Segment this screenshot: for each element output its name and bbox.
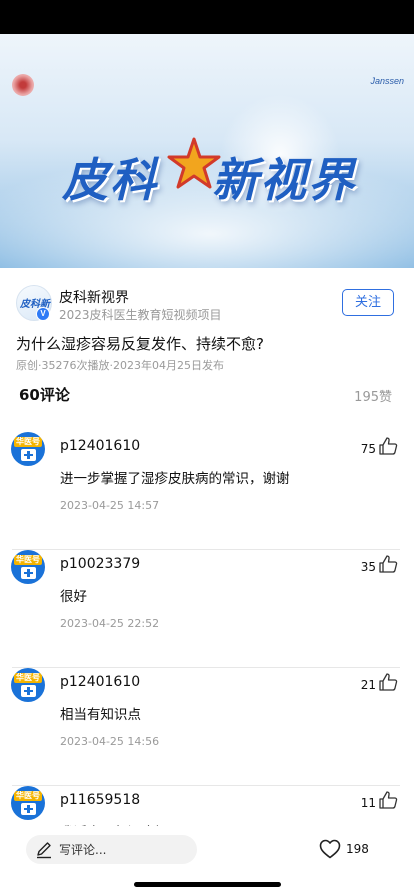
comment-text: 很好 xyxy=(60,589,87,605)
brand-word-1: 皮科 xyxy=(62,153,158,207)
video-title: 为什么湿疹容易反复发作、持续不愈? xyxy=(16,335,264,353)
comment-like-count: 35 xyxy=(360,560,376,574)
write-comment-input[interactable]: 写评论... xyxy=(26,835,197,864)
thumbs-up-icon[interactable] xyxy=(378,672,398,692)
avatar-tag: 华医号 xyxy=(14,673,42,683)
comment-item: 华医号 p11659518 11 我近十五年湿疹好了 xyxy=(0,786,414,830)
sponsor-logo: Janssen xyxy=(370,76,404,86)
comment-like-count: 75 xyxy=(360,442,376,456)
comment-time: 2023-04-25 14:56 xyxy=(60,735,160,748)
heart-icon[interactable] xyxy=(319,839,341,859)
avatar-tag: 华医号 xyxy=(14,437,42,447)
comment-username[interactable]: p12401610 xyxy=(60,674,140,690)
follow-button[interactable]: 关注 xyxy=(342,289,394,316)
likes-total: 195赞 xyxy=(354,390,392,405)
medical-kit-icon xyxy=(21,685,36,697)
avatar-tag: 华医号 xyxy=(14,555,42,565)
comment-item: 华医号 p10023379 35 很好 2023-04-25 22:52 xyxy=(0,550,414,668)
write-comment-placeholder: 写评论... xyxy=(59,843,107,857)
bottom-bar: 写评论... 198 xyxy=(0,826,414,896)
video-brand-title: 皮科 新视界 xyxy=(62,137,362,214)
commenter-avatar[interactable]: 华医号 xyxy=(11,550,45,584)
society-logo xyxy=(12,74,34,96)
comment-text: 相当有知识点 xyxy=(60,707,141,723)
status-bar xyxy=(0,0,414,34)
comment-text: 进一步掌握了湿疹皮肤病的常识，谢谢 xyxy=(60,471,290,487)
heart-count: 198 xyxy=(346,842,369,856)
comment-username[interactable]: p10023379 xyxy=(60,556,140,572)
comment-username[interactable]: p11659518 xyxy=(60,792,140,808)
medical-kit-icon xyxy=(21,567,36,579)
author-name[interactable]: 皮科新视界 xyxy=(59,287,129,307)
medical-kit-icon xyxy=(21,803,36,815)
comment-username[interactable]: p12401610 xyxy=(60,438,140,454)
comment-like-count: 11 xyxy=(360,796,376,810)
commenter-avatar[interactable]: 华医号 xyxy=(11,786,45,820)
video-player[interactable]: Janssen 皮科 新视界 xyxy=(0,34,414,268)
medical-kit-icon xyxy=(21,449,36,461)
avatar-tag: 华医号 xyxy=(14,791,42,801)
thumbs-up-icon[interactable] xyxy=(378,436,398,456)
comment-item: 华医号 p12401610 21 相当有知识点 2023-04-25 14:56 xyxy=(0,668,414,786)
comment-like-count: 21 xyxy=(360,678,376,692)
brand-word-2: 新视界 xyxy=(212,153,356,207)
commenter-avatar[interactable]: 华医号 xyxy=(11,432,45,466)
comments-count: 60评论 xyxy=(19,386,70,404)
comment-time: 2023-04-25 14:57 xyxy=(60,499,160,512)
video-meta: 原创·35276次播放·2023年04月25日发布 xyxy=(16,359,224,372)
thumbs-up-icon[interactable] xyxy=(378,554,398,574)
comment-item: 华医号 p12401610 75 进一步掌握了湿疹皮肤病的常识，谢谢 2023-… xyxy=(0,432,414,550)
commenter-avatar[interactable]: 华医号 xyxy=(11,668,45,702)
verified-badge-icon: V xyxy=(36,307,50,321)
pen-icon xyxy=(37,842,51,859)
author-description: 2023皮科医生教育短视频项目 xyxy=(59,308,222,322)
author-row: 皮科新 V 皮科新视界 2023皮科医生教育短视频项目 关注 xyxy=(0,268,414,330)
comment-time: 2023-04-25 22:52 xyxy=(60,617,160,630)
thumbs-up-icon[interactable] xyxy=(378,790,398,810)
home-indicator[interactable] xyxy=(134,882,281,887)
